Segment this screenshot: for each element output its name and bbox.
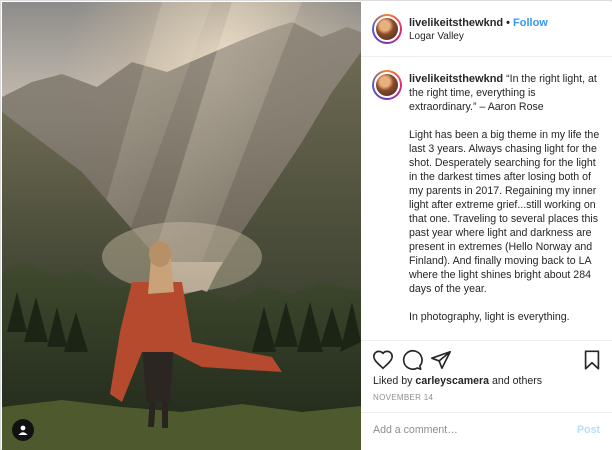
caption-area: livelikeitsthewknd “In the right light, … <box>361 58 612 340</box>
share-icon[interactable] <box>430 349 452 371</box>
avatar[interactable] <box>372 14 402 44</box>
post-photo[interactable] <box>2 2 361 450</box>
separator-dot: • <box>506 17 511 29</box>
comment-input[interactable]: Add a comment… <box>373 424 458 436</box>
caption-paragraph-1: Light has been a big theme in my life th… <box>409 129 600 295</box>
caption-username[interactable]: livelikeitsthewknd <box>409 73 503 85</box>
caption-text: livelikeitsthewknd “In the right light, … <box>409 72 605 338</box>
action-bar: Liked by carleyscamera and others NOVEMB… <box>361 340 612 412</box>
heart-icon[interactable] <box>372 349 394 371</box>
post-comment-button[interactable]: Post <box>577 424 600 436</box>
liked-by-user[interactable]: carleyscamera <box>415 375 489 387</box>
header-user-line: livelikeitsthewknd • Follow <box>409 17 548 29</box>
liked-by-suffix[interactable]: and others <box>492 375 542 387</box>
follow-button[interactable]: Follow <box>513 17 548 29</box>
caption-paragraph-2: In photography, light is everything. <box>409 311 570 323</box>
mountain-landscape-image <box>2 2 361 450</box>
caption-avatar[interactable] <box>372 70 402 100</box>
likes-line: Liked by carleyscamera and others <box>373 375 542 387</box>
header-username[interactable]: livelikeitsthewknd <box>409 17 503 29</box>
user-tag-icon[interactable] <box>12 419 34 441</box>
instagram-post-frame: livelikeitsthewknd • Follow Logar Valley l… <box>0 0 612 450</box>
location-link[interactable]: Logar Valley <box>409 31 464 42</box>
post-date[interactable]: NOVEMBER 14 <box>373 393 433 402</box>
liked-by-prefix: Liked by <box>373 375 413 387</box>
post-side-panel: livelikeitsthewknd • Follow Logar Valley l… <box>361 2 612 450</box>
comment-box: Add a comment… Post <box>361 412 612 450</box>
comment-icon[interactable] <box>401 349 423 371</box>
bookmark-icon[interactable] <box>581 349 603 371</box>
post-header: livelikeitsthewknd • Follow Logar Valley <box>361 2 612 57</box>
